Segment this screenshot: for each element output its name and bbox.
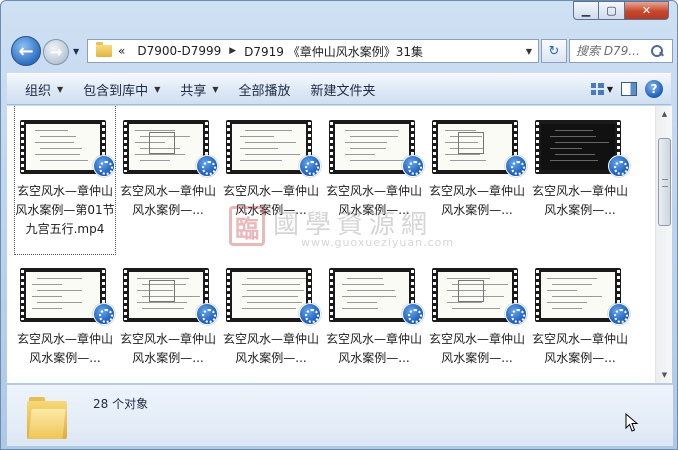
media-player-icon — [402, 155, 424, 177]
media-player-icon — [93, 303, 115, 325]
command-bar: 组织 ▼ 包含到库中 ▼ 共享 ▼ 全部播放 新建文件夹 ▼ ? — [7, 73, 671, 105]
scroll-down-icon[interactable]: ▼ — [656, 367, 673, 383]
chevron-down-icon: ▼ — [154, 84, 161, 94]
refresh-icon: ↻ — [548, 43, 560, 59]
media-player-icon — [93, 155, 115, 177]
file-item[interactable]: 玄空风水—章仲山风水案例—... — [427, 254, 527, 383]
play-all-button[interactable]: 全部播放 — [229, 76, 301, 103]
search-input[interactable] — [570, 44, 648, 58]
address-row: ← → ▼ « D7900-D7999 ▶ D7919 《章仲山风水案例》31集… — [7, 35, 673, 67]
window-controls: ▁ ▢ ✕ — [573, 1, 669, 20]
file-item[interactable]: 玄空风水—章仲山风水案例—... — [324, 106, 424, 254]
media-player-icon — [196, 155, 218, 177]
recent-pages-dropdown[interactable]: ▼ — [73, 47, 79, 56]
file-name-label: 玄空风水—章仲山风水案例—... — [119, 332, 216, 365]
file-name-label: 玄空风水—章仲山风水案例—... — [325, 332, 422, 365]
include-in-library-menu[interactable]: 包含到库中 ▼ — [73, 76, 170, 103]
folder-icon — [96, 42, 112, 57]
file-item[interactable]: 玄空风水—章仲山风水案例—第01节九宫五行.mp4 — [14, 106, 116, 255]
scroll-up-icon[interactable]: ▲ — [656, 106, 673, 122]
breadcrumb-overflow[interactable]: « — [118, 44, 125, 58]
file-name-label: 玄空风水—章仲山风水案例—... — [119, 184, 216, 217]
media-player-icon — [196, 303, 218, 325]
file-name-label: 玄空风水—章仲山风水案例—... — [428, 184, 525, 217]
file-item[interactable]: 玄空风水—章仲山风水案例—... — [118, 254, 218, 383]
file-name-label: 玄空风水—章仲山风水案例—... — [325, 184, 422, 217]
file-name-label: 玄空风水—章仲山风水案例—... — [16, 332, 113, 365]
file-grid: 玄空风水—章仲山风水案例—第01节九宫五行.mp4 玄空风水—章仲山风水案例—..… — [7, 106, 655, 383]
file-item[interactable]: 玄空风水—章仲山风水案例—... — [530, 254, 630, 383]
item-count: 28 个对象 — [93, 397, 149, 411]
media-player-icon — [608, 303, 630, 325]
breadcrumb-separator-icon[interactable]: ▶ — [229, 46, 236, 56]
chevron-down-icon: ▼ — [212, 84, 219, 94]
details-pane: 28 个对象 — [7, 384, 673, 446]
breadcrumb-item-current-folder[interactable]: D7919 《章仲山风水案例》31集 — [244, 43, 423, 60]
explorer-window: ▁ ▢ ✕ ← → ▼ « D7900-D7999 ▶ D7919 《章仲山风水… — [0, 0, 678, 450]
forward-arrow-icon: → — [49, 43, 63, 61]
close-button[interactable]: ✕ — [625, 1, 669, 20]
vertical-scrollbar[interactable]: ▲ ▼ — [655, 106, 672, 383]
file-name-label: 玄空风水—章仲山风水案例—... — [428, 332, 525, 365]
media-player-icon — [402, 303, 424, 325]
scrollbar-thumb[interactable] — [658, 138, 671, 226]
mouse-cursor-icon — [625, 413, 639, 432]
new-folder-button[interactable]: 新建文件夹 — [301, 76, 386, 103]
back-button[interactable]: ← — [11, 36, 41, 66]
file-item[interactable]: 玄空风水—章仲山风水案例—... — [221, 254, 321, 383]
media-player-icon — [608, 155, 630, 177]
search-icon[interactable] — [650, 44, 664, 58]
maximize-button[interactable]: ▢ — [599, 1, 625, 20]
folder-icon — [27, 395, 67, 439]
file-item[interactable]: 玄空风水—章仲山风水案例—... — [15, 254, 115, 383]
file-name-label: 玄空风水—章仲山风水案例—... — [531, 184, 628, 217]
organize-menu[interactable]: 组织 ▼ — [15, 76, 73, 103]
file-item[interactable]: 玄空风水—章仲山风水案例—... — [118, 106, 218, 254]
share-menu[interactable]: 共享 ▼ — [170, 76, 228, 103]
file-item[interactable]: 玄空风水—章仲山风水案例—... — [530, 106, 630, 254]
media-player-icon — [299, 303, 321, 325]
file-name-label: 玄空风水—章仲山风水案例—第01节九宫五行.mp4 — [15, 184, 115, 236]
breadcrumb-item-d7900-d7999[interactable]: D7900-D7999 — [137, 44, 221, 58]
minimize-button[interactable]: ▁ — [573, 1, 599, 20]
chevron-down-icon: ▼ — [57, 84, 64, 94]
forward-button[interactable]: → — [43, 39, 69, 65]
change-view-button[interactable]: ▼ — [591, 80, 613, 98]
media-player-icon — [505, 303, 527, 325]
file-name-label: 玄空风水—章仲山风水案例—... — [222, 332, 319, 365]
help-icon[interactable]: ? — [645, 80, 663, 98]
chevron-down-icon: ▼ — [606, 84, 613, 94]
file-name-label: 玄空风水—章仲山风水案例—... — [222, 184, 319, 217]
search-box[interactable] — [569, 39, 673, 63]
file-name-label: 玄空风水—章仲山风水案例—... — [531, 332, 628, 365]
refresh-button[interactable]: ↻ — [541, 39, 567, 63]
media-player-icon — [505, 155, 527, 177]
file-item[interactable]: 玄空风水—章仲山风水案例—... — [221, 106, 321, 254]
large-icons-view-icon — [591, 83, 604, 95]
address-bar[interactable]: « D7900-D7999 ▶ D7919 《章仲山风水案例》31集 ▼ — [87, 39, 539, 63]
back-arrow-icon: ← — [18, 40, 34, 62]
preview-pane-icon[interactable] — [621, 82, 637, 96]
address-dropdown-icon[interactable]: ▼ — [526, 47, 532, 56]
file-item[interactable]: 玄空风水—章仲山风水案例—... — [427, 106, 527, 254]
media-player-icon — [299, 155, 321, 177]
file-item[interactable]: 玄空风水—章仲山风水案例—... — [324, 254, 424, 383]
